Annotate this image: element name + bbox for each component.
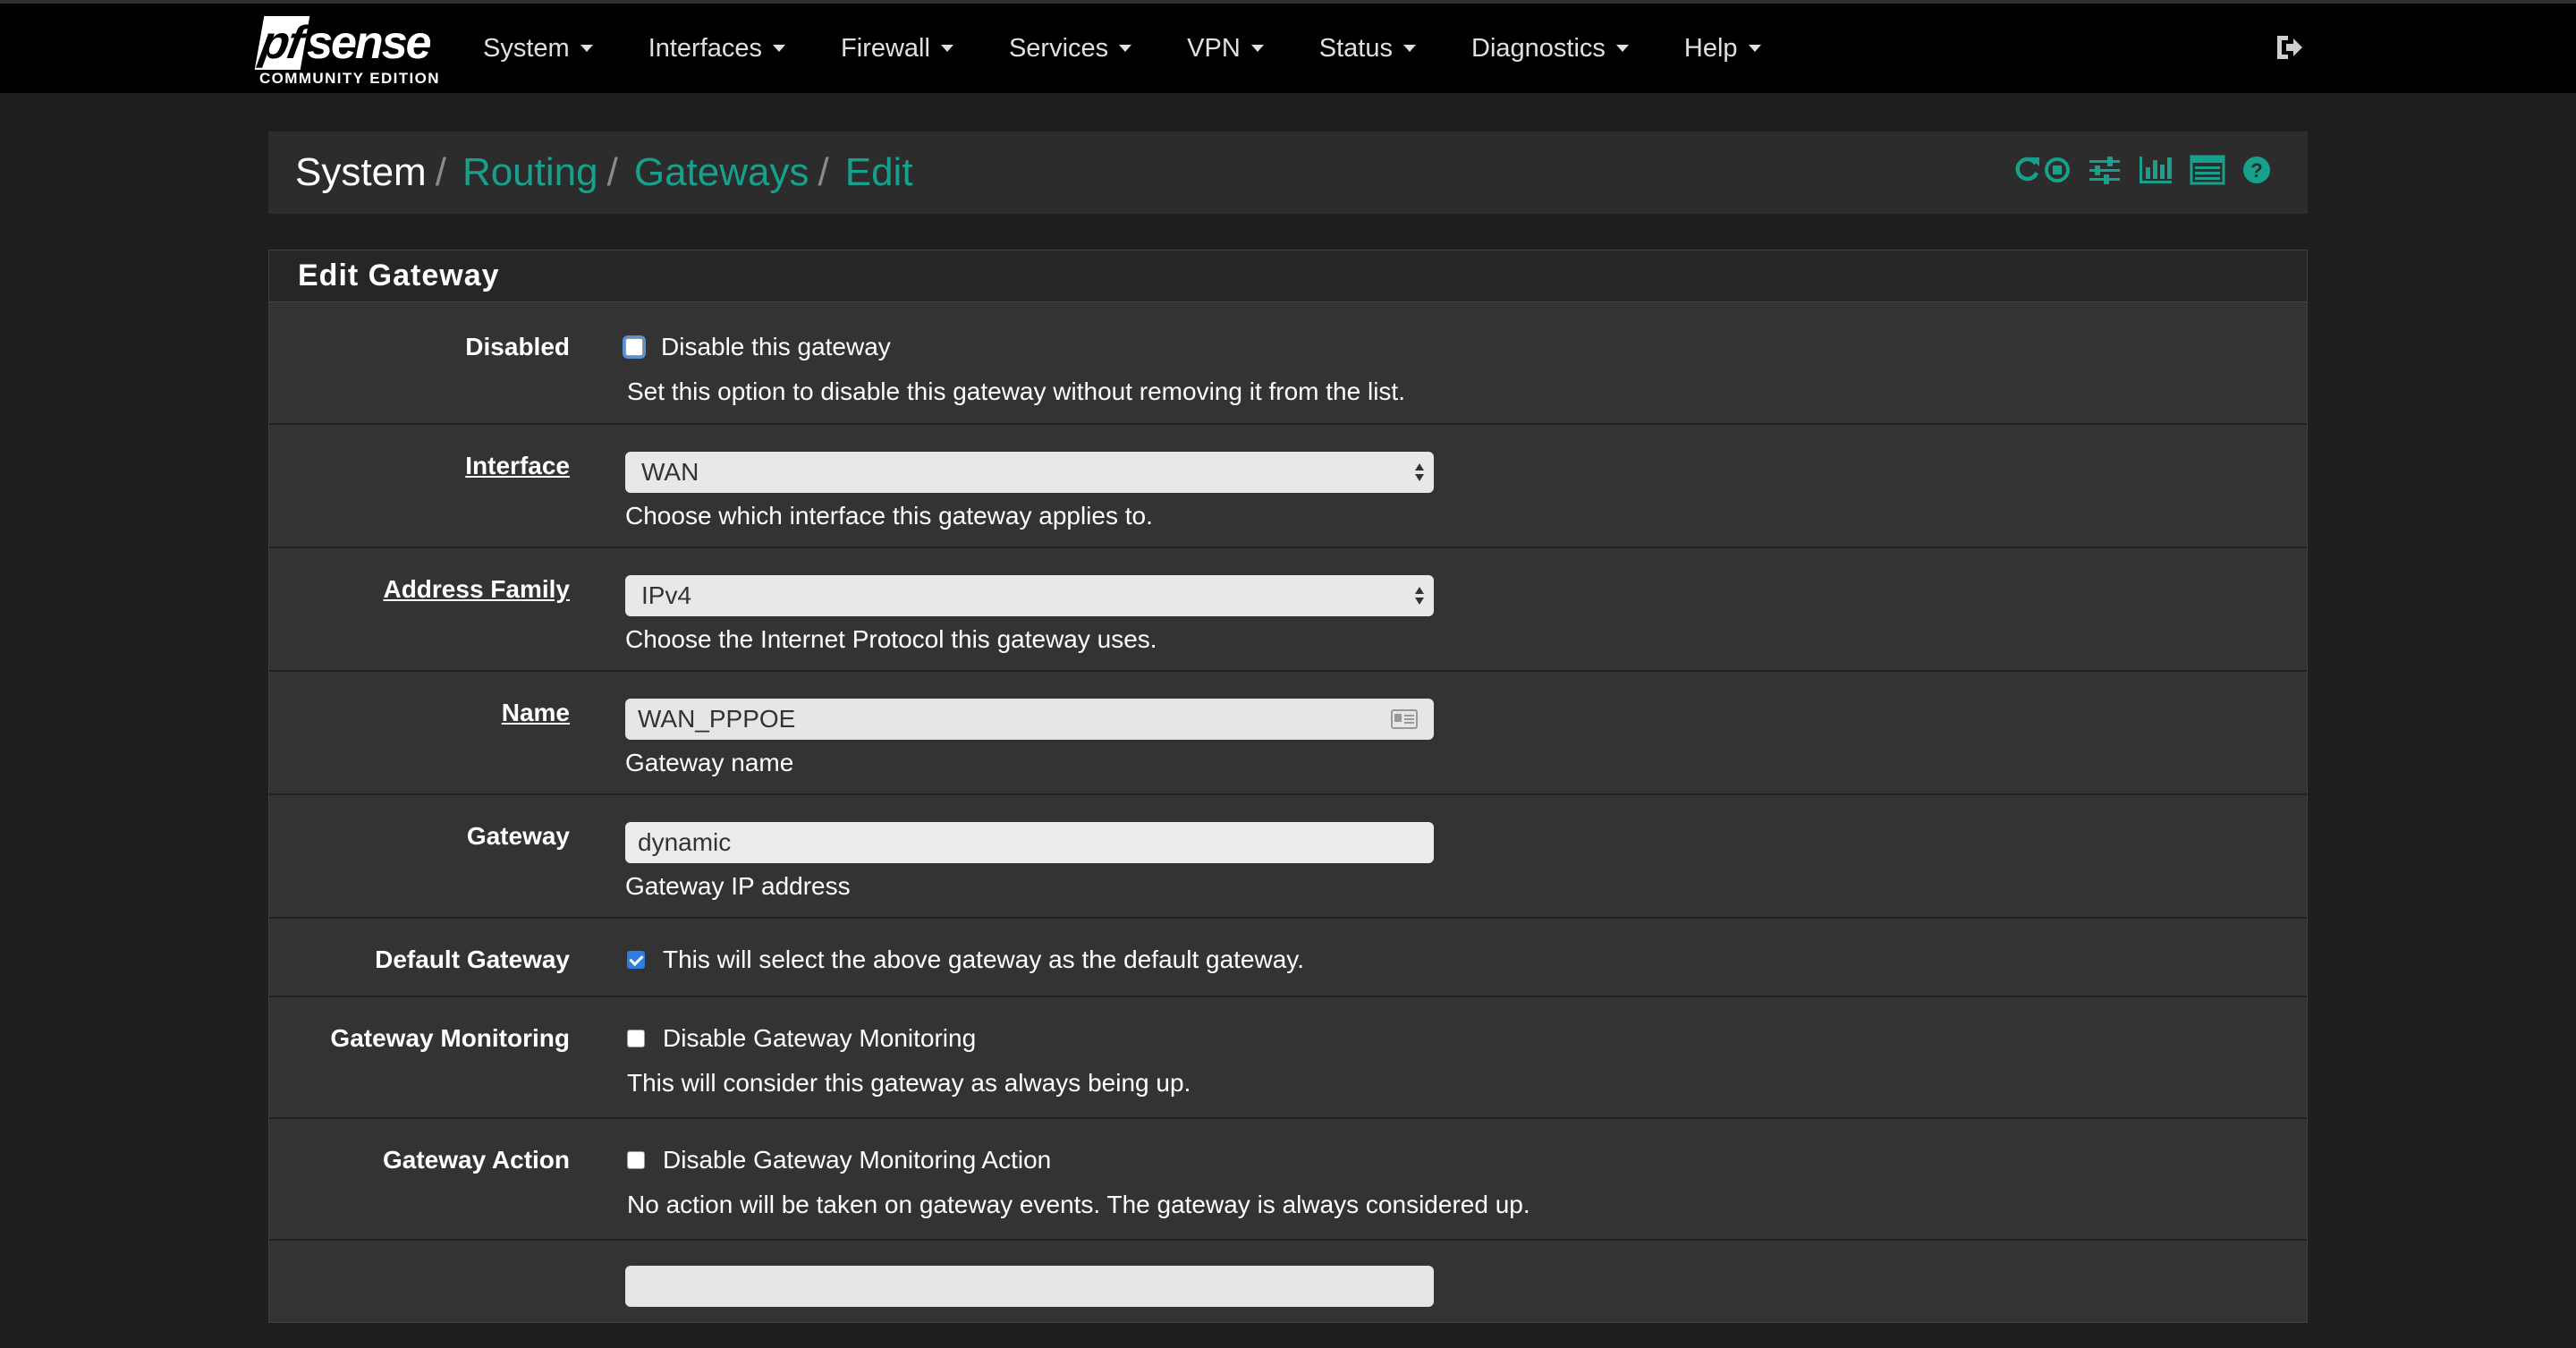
edit-gateway-panel: Edit Gateway Disabled Disable this gatew…: [268, 250, 2308, 1323]
gateway-input-value: dynamic: [638, 828, 732, 856]
nav-interfaces[interactable]: Interfaces: [648, 33, 786, 64]
nav-diagnostics[interactable]: Diagnostics: [1471, 34, 1629, 64]
name-label: Name: [501, 699, 570, 726]
nav-services-label: Services: [1008, 33, 1109, 63]
breadcrumb-separator: /: [435, 150, 446, 194]
gateway-action-help: No action will be taken on gateway event…: [627, 1191, 1530, 1218]
address-family-select[interactable]: IPv4: [625, 575, 1434, 616]
nav-interfaces-label: Interfaces: [648, 33, 763, 63]
panel-title: Edit Gateway: [269, 250, 2307, 302]
svg-text:?: ?: [2250, 159, 2262, 182]
nav-vpn-label: VPN: [1187, 33, 1241, 63]
form-row-gateway-monitoring: Gateway Monitoring Disable Gateway Monit…: [269, 997, 2307, 1119]
nav-system[interactable]: System: [483, 34, 593, 64]
disable-gateway-action-checkbox[interactable]: [627, 1151, 645, 1169]
nav-system-label: System: [483, 33, 570, 63]
nav-firewall-label: Firewall: [841, 33, 930, 63]
top-navbar: pfsense COMMUNITY EDITION System Interfa…: [0, 0, 2576, 93]
form-row-disabled: Disabled Disable this gateway Set this o…: [269, 302, 2307, 425]
disabled-label: Disabled: [465, 333, 570, 360]
address-family-help: Choose the Internet Protocol this gatewa…: [625, 625, 1157, 653]
form-row-name: Name WAN_PPPOE Gateway name: [269, 672, 2307, 795]
breadcrumb-gateways[interactable]: Gateways: [634, 150, 809, 195]
monitor-ip-input[interactable]: [625, 1266, 1434, 1307]
gateway-monitoring-help: This will consider this gateway as alway…: [627, 1069, 1191, 1097]
caret-down-icon: [1119, 45, 1132, 52]
nav-help-label: Help: [1683, 33, 1738, 63]
breadcrumb-separator: /: [606, 150, 618, 194]
breadcrumb-edit[interactable]: Edit: [845, 150, 913, 195]
caret-down-icon: [773, 45, 786, 52]
nav-services[interactable]: Services: [1008, 33, 1132, 64]
breadcrumb: System / Routing / Gateways / Edit ?: [268, 131, 2308, 214]
caret-down-icon: [1403, 45, 1416, 52]
breadcrumb-separator: /: [818, 150, 829, 194]
caret-down-icon: [1748, 45, 1761, 52]
logo-wordmark: pfsense: [254, 16, 432, 70]
table-list-icon[interactable]: [2190, 155, 2225, 185]
main-nav: System Interfaces Firewall Services VPN …: [483, 4, 1817, 93]
contact-card-icon: [1391, 709, 1418, 729]
interface-selected-value: WAN: [641, 458, 699, 486]
select-arrows-icon: [1415, 463, 1424, 481]
nav-vpn[interactable]: VPN: [1187, 34, 1264, 64]
address-family-label: Address Family: [383, 575, 570, 603]
form-row-address-family: Address Family IPv4 Choose the Internet …: [269, 548, 2307, 672]
nav-diagnostics-label: Diagnostics: [1471, 33, 1606, 63]
disable-gateway-monitoring-checkbox[interactable]: [627, 1030, 645, 1047]
disable-gateway-checkbox-label[interactable]: Disable this gateway: [661, 333, 891, 361]
gateway-label: Gateway: [466, 822, 570, 850]
form-row-gateway: Gateway dynamic Gateway IP address: [269, 795, 2307, 919]
gateway-input[interactable]: dynamic: [625, 822, 1434, 863]
form-row-interface: Interface WAN Choose which interface thi…: [269, 425, 2307, 548]
interface-select[interactable]: WAN: [625, 452, 1434, 493]
nav-firewall[interactable]: Firewall: [841, 34, 953, 64]
caret-down-icon: [580, 45, 593, 52]
disable-gateway-checkbox[interactable]: [625, 338, 643, 356]
disable-gateway-monitoring-checkbox-label[interactable]: Disable Gateway Monitoring: [663, 1024, 976, 1053]
caret-down-icon: [940, 45, 953, 52]
default-gateway-checkbox[interactable]: [627, 951, 645, 969]
help-circle-icon[interactable]: ?: [2241, 155, 2272, 185]
interface-label: Interface: [465, 452, 570, 479]
form-row-default-gateway: Default Gateway This will select the abo…: [269, 919, 2307, 997]
nav-status[interactable]: Status: [1319, 34, 1416, 64]
logo-edition: COMMUNITY EDITION: [259, 70, 440, 87]
disabled-help: Set this option to disable this gateway …: [627, 377, 1405, 405]
breadcrumb-system: System: [295, 150, 427, 194]
gateway-monitoring-control: Disable Gateway Monitoring: [627, 1024, 976, 1053]
name-input[interactable]: WAN_PPPOE: [625, 699, 1434, 740]
reload-icon[interactable]: [2012, 155, 2041, 185]
nav-status-label: Status: [1318, 33, 1393, 63]
name-help: Gateway name: [625, 749, 794, 776]
sliders-icon[interactable]: [2088, 155, 2122, 185]
select-arrows-icon: [1415, 587, 1424, 605]
caret-down-icon: [1250, 45, 1264, 52]
gateway-action-control: Disable Gateway Monitoring Action: [627, 1146, 1051, 1174]
bar-chart-icon[interactable]: [2138, 155, 2174, 185]
caret-down-icon: [1615, 45, 1629, 52]
default-gateway-checkbox-label[interactable]: This will select the above gateway as th…: [663, 945, 1304, 974]
gateway-monitoring-label: Gateway Monitoring: [330, 1024, 570, 1052]
breadcrumb-routing[interactable]: Routing: [462, 150, 598, 195]
breadcrumb-shortcuts: ?: [2000, 155, 2272, 185]
interface-help: Choose which interface this gateway appl…: [625, 502, 1153, 530]
disable-gateway-action-checkbox-label[interactable]: Disable Gateway Monitoring Action: [663, 1146, 1051, 1174]
stop-circle-icon[interactable]: [2043, 155, 2072, 185]
form-row-gateway-action: Gateway Action Disable Gateway Monitorin…: [269, 1119, 2307, 1241]
nav-help[interactable]: Help: [1684, 34, 1761, 64]
gateway-action-label: Gateway Action: [382, 1146, 570, 1174]
address-family-selected-value: IPv4: [641, 581, 692, 609]
default-gateway-label: Default Gateway: [375, 945, 570, 973]
gateway-help: Gateway IP address: [625, 872, 851, 900]
form-row-monitor-ip: [269, 1241, 2307, 1348]
logout-icon[interactable]: [2274, 32, 2304, 63]
default-gateway-control: This will select the above gateway as th…: [627, 945, 1304, 974]
pfsense-logo[interactable]: pfsense COMMUNITY EDITION: [254, 16, 454, 91]
disabled-control: Disable this gateway: [625, 333, 891, 361]
name-input-value: WAN_PPPOE: [638, 705, 796, 733]
